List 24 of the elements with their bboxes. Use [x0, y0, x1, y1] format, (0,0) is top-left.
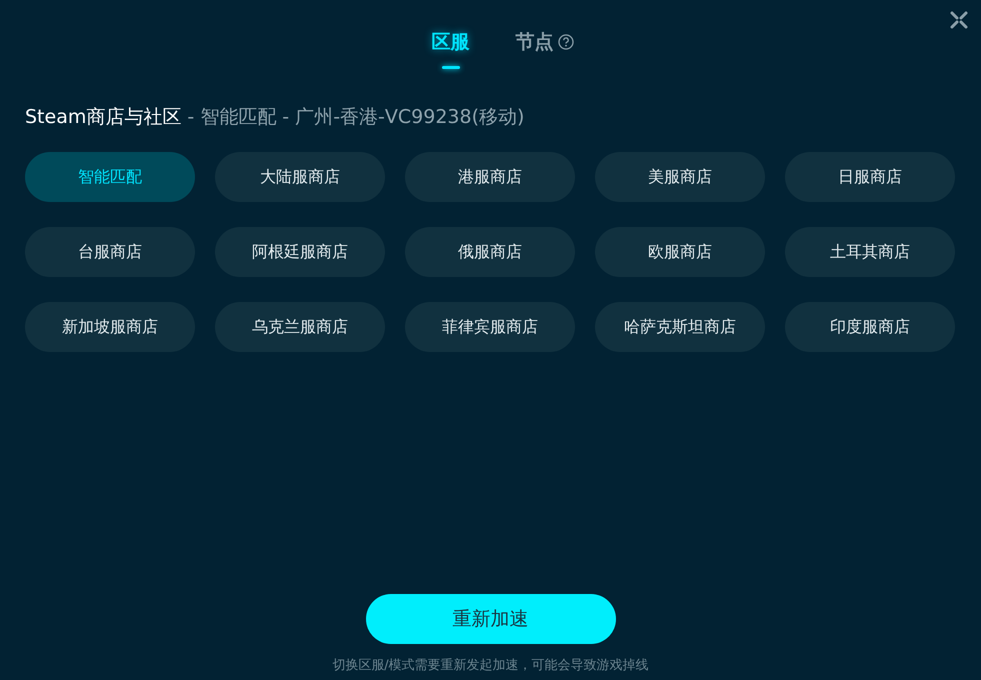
tab-underline — [442, 66, 460, 69]
region-option[interactable]: 智能匹配 — [25, 152, 195, 202]
region-option[interactable]: 土耳其商店 — [785, 227, 955, 277]
region-option[interactable]: 菲律宾服商店 — [405, 302, 575, 352]
warning-note: 切换区服/模式需要重新发起加速，可能会导致游戏掉线 — [332, 658, 649, 674]
region-option[interactable]: 印度服商店 — [785, 302, 955, 352]
region-option[interactable]: 阿根廷服商店 — [215, 227, 385, 277]
region-option[interactable]: 新加坡服商店 — [25, 302, 195, 352]
close-icon[interactable] — [949, 10, 969, 30]
region-option[interactable]: 俄服商店 — [405, 227, 575, 277]
region-option[interactable]: 港服商店 — [405, 152, 575, 202]
region-option[interactable]: 日服商店 — [785, 152, 955, 202]
route-detail: - 智能匹配 - 广州-香港-VC99238(移动) — [187, 105, 524, 130]
service-name: Steam商店与社区 — [25, 105, 182, 130]
region-option[interactable]: 欧服商店 — [595, 227, 765, 277]
region-option[interactable]: 美服商店 — [595, 152, 765, 202]
help-icon[interactable] — [558, 34, 574, 50]
region-option[interactable]: 乌克兰服商店 — [215, 302, 385, 352]
region-option[interactable]: 台服商店 — [25, 227, 195, 277]
tab[interactable]: 节点 — [516, 30, 554, 54]
rebuild-button[interactable]: 重新加速 — [366, 594, 616, 644]
tab[interactable]: 区服 — [432, 30, 470, 54]
region-option[interactable]: 哈萨克斯坦商店 — [595, 302, 765, 352]
region-option[interactable]: 大陆服商店 — [215, 152, 385, 202]
